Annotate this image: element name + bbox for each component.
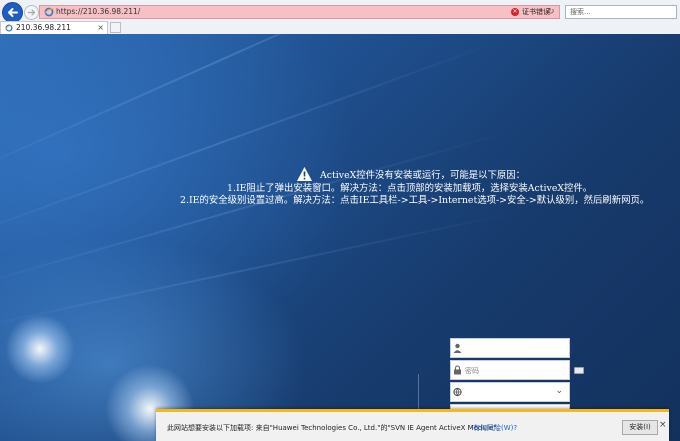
light-glow [5,314,75,384]
user-icon [453,343,462,353]
notice-line-1: 1.IE阻止了弹出安装窗口。解决方法：点击顶部的安装加载项，选择安装Active… [227,183,593,194]
cert-error-label[interactable]: 证书错误 [522,7,550,17]
close-icon[interactable]: × [97,22,104,33]
cert-error-icon[interactable]: ✕ [511,8,519,16]
password-placeholder: 密码 [465,367,479,375]
username-field[interactable] [450,338,570,358]
browser-chrome: https://210.36.98.211/ ✕ 证书错误 ↻ 搜索... 21… [0,0,680,35]
risk-link[interactable]: 有何风险(W)? [473,423,517,433]
back-button[interactable] [2,2,23,23]
background-streak [0,34,489,186]
background-streak [0,128,518,296]
password-field[interactable]: 密码 [450,360,570,380]
tab-title: 210.36.98.211 [16,23,71,32]
background-streak [0,209,528,336]
search-placeholder: 搜索... [570,8,591,16]
new-tab-button[interactable] [110,22,121,33]
notification-message: 此网站想要安装以下加载项: 来自"Huawei Technologies Co.… [167,424,504,432]
address-bar[interactable]: https://210.36.98.211/ ✕ 证书错误 ↻ [39,5,560,19]
page-content [0,34,680,441]
keyboard-icon[interactable] [574,367,584,374]
reload-icon[interactable]: ↻ [547,6,555,18]
globe-icon [453,387,462,397]
warning-icon [297,167,312,181]
ie-favicon-icon [44,7,54,17]
addon-notification-bar: 此网站想要安装以下加载项: 来自"Huawei Technologies Co.… [156,409,669,441]
close-icon[interactable]: × [659,420,667,430]
domain-select[interactable]: ⌄ [450,382,570,402]
back-arrow-icon [8,8,18,17]
notice-line-0: ActiveX控件没有安装或运行，可能是以下原因： [320,170,526,181]
chevron-down-icon: ⌄ [555,386,563,396]
forward-arrow-icon [27,9,36,16]
install-button[interactable]: 安装(I) [622,420,658,435]
background-streak [0,38,505,246]
address-url: https://210.36.98.211/ [56,7,141,16]
search-input[interactable]: 搜索... [565,5,677,19]
ie-favicon-icon [5,24,13,32]
tab-current[interactable]: 210.36.98.211 × [0,21,108,34]
lock-icon [454,365,461,375]
notice-line-2: 2.IE的安全级别设置过高。解决方法：点击IE工具栏->工具->Internet… [180,195,650,206]
forward-button[interactable] [24,5,39,20]
